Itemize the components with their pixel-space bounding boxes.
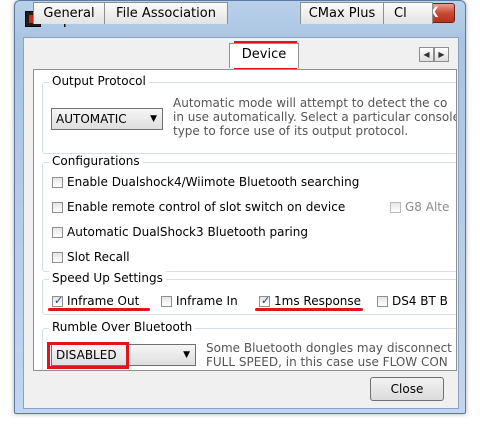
checkbox-label: Slot Recall <box>67 250 130 264</box>
checkbox-label: 1ms Response <box>274 294 362 308</box>
checkbox-g8-alte: G8 Alte <box>390 200 449 214</box>
tab-device[interactable]: Device <box>229 43 299 68</box>
checkbox-label: Inframe In <box>176 294 238 308</box>
checkbox-inframe-in[interactable]: Inframe In <box>161 294 238 308</box>
close-button[interactable]: Close <box>370 377 444 401</box>
checkbox-box[interactable] <box>52 294 63 308</box>
rumble-desc-2: FULL SPEED, in this case use FLOW CON <box>206 355 448 369</box>
checkbox-label: Enable Dualshock4/Wiimote Bluetooth sear… <box>67 175 360 189</box>
checkbox-dualshock4-wiimote[interactable]: Enable Dualshock4/Wiimote Bluetooth sear… <box>52 175 359 189</box>
chevron-down-icon: ▼ <box>183 350 190 360</box>
output-protocol-title: Output Protocol <box>49 74 149 88</box>
checkbox-label: DS4 BT B <box>392 294 448 308</box>
configurations-title: Configurations <box>49 154 143 168</box>
checkbox-box[interactable] <box>161 296 172 307</box>
checkbox-box[interactable] <box>52 227 63 238</box>
checkbox-box[interactable] <box>259 294 270 308</box>
tab-cl[interactable]: Cl <box>383 2 433 24</box>
output-protocol-desc-2: in use automatically. Select a particula… <box>173 110 457 124</box>
tab-cmax-plus[interactable]: CMax Plus <box>300 2 384 24</box>
checkbox-box[interactable] <box>52 177 63 188</box>
checkbox-label: G8 Alte <box>405 200 450 214</box>
checkbox-label: Automatic DualShock3 Bluetooth paring <box>67 225 308 239</box>
output-protocol-desc-1: Automatic mode will attempt to detect th… <box>173 96 448 110</box>
tab-file-association[interactable]: File Association <box>104 2 228 24</box>
checkbox-1ms-response[interactable]: 1ms Response <box>259 294 361 308</box>
checkbox-label: Enable remote control of slot switch on … <box>67 200 346 214</box>
rumble-title: Rumble Over Bluetooth <box>49 320 196 334</box>
rumble-desc-1: Some Bluetooth dongles may disconnect <box>206 341 452 355</box>
checkbox-label: Inframe Out <box>67 294 140 308</box>
tab-scroll-right-icon[interactable]: ▶ <box>434 47 449 62</box>
rumble-value: DISABLED <box>56 348 117 362</box>
checkbox-ds4-bt[interactable]: DS4 BT B <box>377 294 448 308</box>
output-protocol-select[interactable]: AUTOMATIC ▼ <box>51 108 163 130</box>
checkbox-box[interactable] <box>377 296 388 307</box>
rumble-select[interactable]: DISABLED ▼ <box>51 344 196 366</box>
checkbox-inframe-out[interactable]: Inframe Out <box>52 294 139 308</box>
speed-up-title: Speed Up Settings <box>49 271 166 285</box>
checkbox-box[interactable] <box>52 252 63 263</box>
output-protocol-value: AUTOMATIC <box>56 112 127 126</box>
device-panel: Output Protocol AUTOMATIC ▼ Automatic mo… <box>33 69 457 371</box>
checkbox-slot-recall[interactable]: Slot Recall <box>52 250 130 264</box>
chevron-down-icon: ▼ <box>150 114 157 124</box>
tab-scroll-left-icon[interactable]: ◀ <box>419 47 434 62</box>
checkbox-remote-slot-switch[interactable]: Enable remote control of slot switch on … <box>52 200 345 214</box>
checkbox-box[interactable] <box>52 202 63 213</box>
tab-general[interactable]: General <box>33 2 105 24</box>
checkbox-box <box>390 202 401 213</box>
checkbox-ds3-bluetooth-paring[interactable]: Automatic DualShock3 Bluetooth paring <box>52 225 308 239</box>
output-protocol-desc-3: type to force use of its output protocol… <box>173 124 409 138</box>
